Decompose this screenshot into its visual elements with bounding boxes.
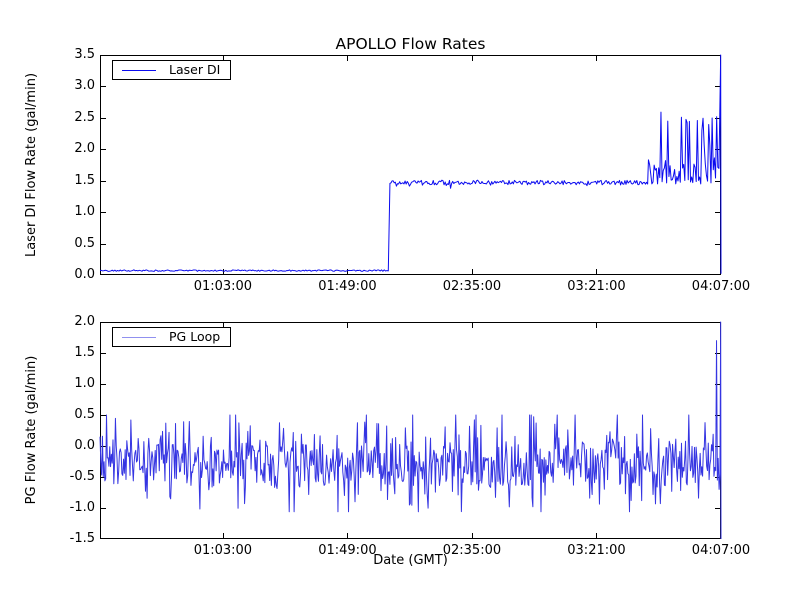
x-tick-label: 02:35:00 — [427, 543, 517, 558]
y-tick-label: 1.5 — [49, 345, 95, 360]
y-tick-label: 2.0 — [49, 314, 95, 329]
plot-frame — [101, 56, 721, 275]
pg-loop-plot-svg — [100, 322, 721, 539]
legend-label-laser-di: Laser DI — [169, 63, 220, 77]
y-axis-label-pg: PG Flow Rate (gal/min) — [24, 300, 40, 560]
pg-loop-line-sample-icon — [122, 337, 156, 338]
y-tick-label: 1.0 — [49, 376, 95, 391]
y-tick-label: 2.0 — [49, 141, 95, 156]
x-tick-label: 04:07:00 — [676, 543, 766, 558]
y-axis-label-laser-di: Laser DI Flow Rate (gal/min) — [24, 35, 40, 295]
laser-di-data-line — [100, 55, 721, 274]
y-tick-label: 0.5 — [49, 407, 95, 422]
plot-frame — [101, 323, 721, 539]
y-tick-label: -0.5 — [49, 469, 95, 484]
laser-di-line-sample-icon — [122, 70, 156, 71]
x-tick-label: 03:21:00 — [551, 543, 641, 558]
y-tick-label: 3.5 — [49, 47, 95, 62]
plot-area-pg-loop — [100, 322, 721, 539]
legend-laser-di: Laser DI — [112, 60, 231, 80]
y-tick-label: 3.0 — [49, 78, 95, 93]
x-tick-label: 04:07:00 — [676, 279, 766, 294]
y-tick-label: 2.5 — [49, 110, 95, 125]
chart-title: APOLLO Flow Rates — [100, 35, 721, 53]
x-tick-label: 02:35:00 — [427, 279, 517, 294]
y-tick-label: -1.5 — [49, 531, 95, 546]
x-tick-label: 01:49:00 — [302, 543, 392, 558]
pg-loop-data-line — [100, 322, 721, 539]
x-tick-label: 03:21:00 — [551, 279, 641, 294]
figure: APOLLO Flow Rates Laser DI Flow Rate (ga… — [0, 0, 800, 600]
legend-pg-loop: PG Loop — [112, 327, 231, 347]
y-tick-label: 0.0 — [49, 267, 95, 282]
y-tick-label: -1.0 — [49, 500, 95, 515]
plot-area-laser-di — [100, 55, 721, 275]
x-tick-label: 01:49:00 — [302, 279, 392, 294]
y-tick-label: 0.5 — [49, 236, 95, 251]
y-tick-label: 1.0 — [49, 204, 95, 219]
legend-label-pg-loop: PG Loop — [169, 330, 220, 344]
y-tick-label: 1.5 — [49, 173, 95, 188]
laser-di-plot-svg — [100, 55, 721, 275]
x-tick-label: 01:03:00 — [178, 279, 268, 294]
y-tick-label: 0.0 — [49, 438, 95, 453]
x-tick-label: 01:03:00 — [178, 543, 268, 558]
